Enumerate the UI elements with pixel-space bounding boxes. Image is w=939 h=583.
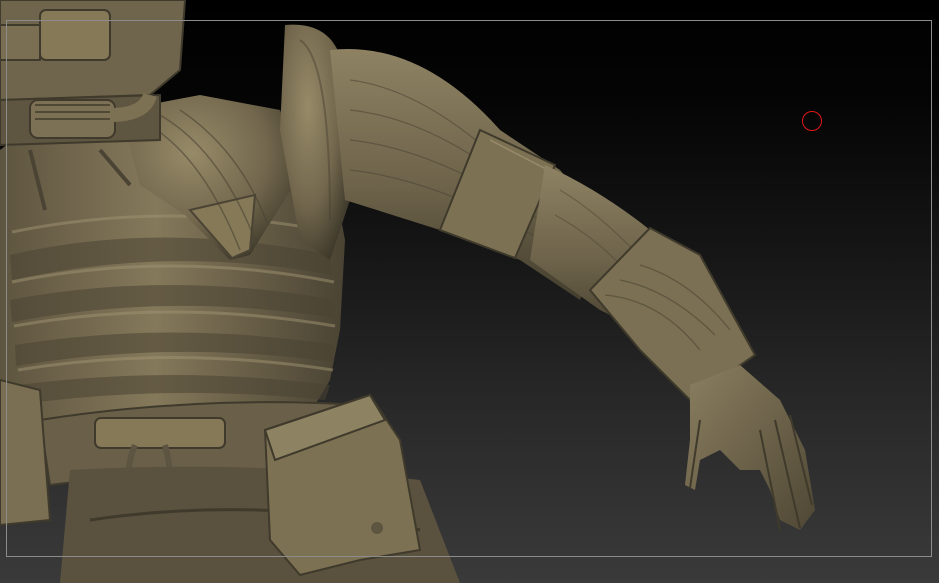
character-model[interactable]	[0, 0, 939, 583]
right-pouch	[263, 393, 422, 577]
sculpt-viewport[interactable]	[0, 0, 939, 583]
brush-cursor-icon	[802, 111, 822, 131]
hand	[685, 365, 815, 531]
